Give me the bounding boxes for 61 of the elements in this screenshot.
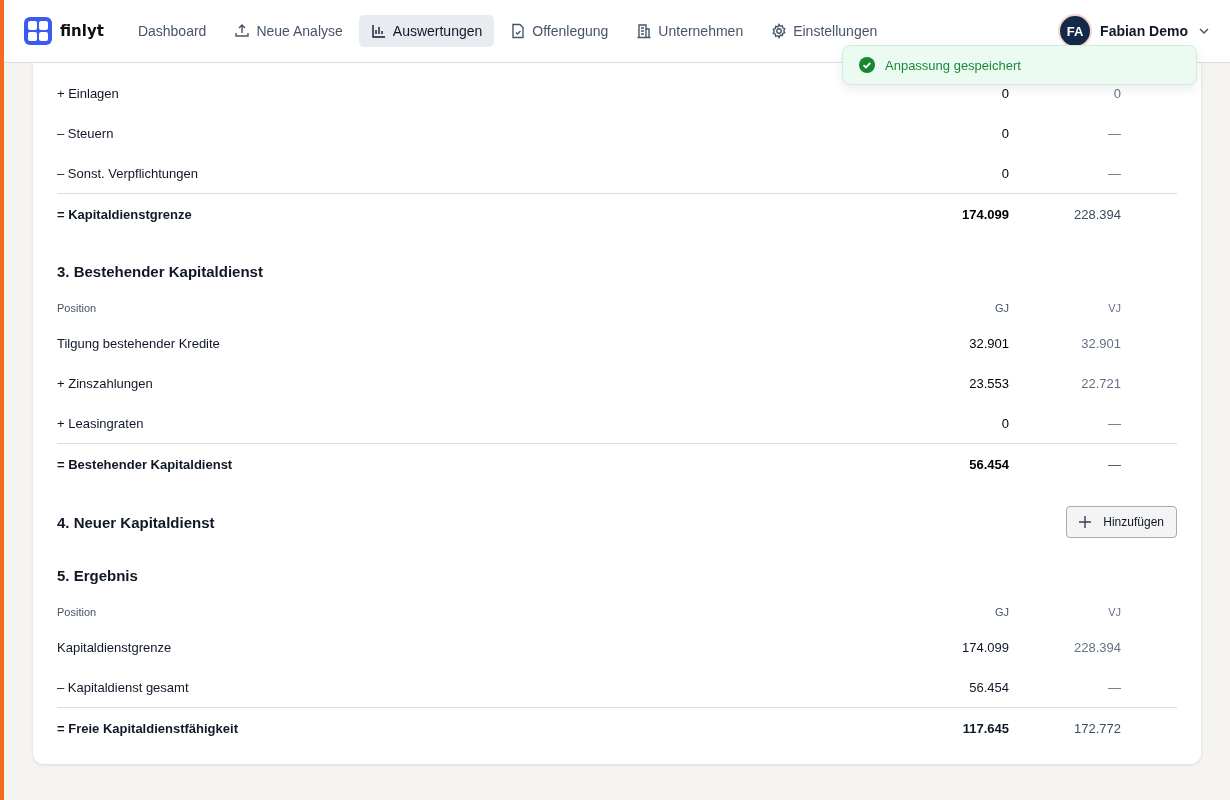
column-header: Position xyxy=(57,606,98,618)
bar-chart-icon xyxy=(370,23,387,39)
vj-value: — xyxy=(1107,679,1121,695)
toast-message: Anpassung gespeichert xyxy=(885,57,1021,73)
column-header: Position xyxy=(57,302,98,314)
vj-value: 228.394 xyxy=(1073,206,1121,222)
row-label: – Steuern xyxy=(57,125,115,141)
nav-tab[interactable]: Einstellungen xyxy=(759,15,890,47)
nav-tab[interactable]: Neue Analyse xyxy=(222,15,355,47)
nav-tab[interactable]: Dashboard xyxy=(125,15,219,47)
section-title: 3. Bestehender Kapitaldienst xyxy=(57,263,263,280)
row-label: = Freie Kapitaldienstfähigkeit xyxy=(57,720,239,736)
vj-value: — xyxy=(1107,165,1121,181)
column-header: VJ xyxy=(1107,606,1121,618)
building-icon xyxy=(636,23,653,39)
logo-icon xyxy=(24,17,52,45)
gj-value: 56.454 xyxy=(968,456,1009,472)
gj-value: 0 xyxy=(1000,165,1009,181)
document-check-icon xyxy=(510,23,527,39)
row-label: Kapitaldienstgrenze xyxy=(57,639,173,655)
vj-value: 32.901 xyxy=(1080,335,1121,351)
user-name[interactable]: Fabian Demo xyxy=(1100,23,1188,39)
row-label: = Kapitaldienstgrenze xyxy=(57,206,193,222)
vj-value: 22.721 xyxy=(1080,375,1121,391)
column-header: GJ xyxy=(993,606,1009,618)
column-header: GJ xyxy=(993,302,1009,314)
row-label: – Kapitaldienst gesamt xyxy=(57,679,190,695)
row-label: + Einlagen xyxy=(57,85,120,101)
gj-value: 23.553 xyxy=(968,375,1009,391)
nav-tab[interactable]: Offenlegung xyxy=(498,15,621,47)
section-title: 4. Neuer Kapitaldienst xyxy=(57,513,215,531)
vj-value: — xyxy=(1107,125,1121,141)
gj-value: 174.099 xyxy=(961,639,1009,655)
user-avatar[interactable]: FA xyxy=(1060,16,1091,46)
nav-tab[interactable]: Unternehmen xyxy=(624,15,756,47)
plus-icon xyxy=(1079,516,1092,528)
gj-value: 117.645 xyxy=(961,720,1009,736)
check-circle-icon xyxy=(859,57,875,73)
gj-value: 0 xyxy=(1000,125,1009,141)
nav-tab[interactable]: Auswertungen xyxy=(358,15,495,47)
settings-icon xyxy=(771,23,788,39)
gj-value: 56.454 xyxy=(968,679,1009,695)
vj-value: 0 xyxy=(1112,85,1121,101)
gj-value: 0 xyxy=(1000,415,1009,431)
logo-text: finlyt xyxy=(60,22,104,40)
row-label: – Sonst. Verpflichtungen xyxy=(57,165,199,181)
row-label: + Leasingraten xyxy=(57,415,145,431)
column-header: VJ xyxy=(1107,302,1121,314)
row-label: Tilgung bestehender Kredite xyxy=(57,335,221,351)
vj-value: 228.394 xyxy=(1073,639,1121,655)
gj-value: 32.901 xyxy=(968,335,1009,351)
vj-value: — xyxy=(1107,456,1121,472)
gj-value: 174.099 xyxy=(961,206,1009,222)
vj-value: 172.772 xyxy=(1073,720,1121,736)
vj-value: — xyxy=(1107,415,1121,431)
add-button[interactable]: Hinzufügen xyxy=(1066,506,1177,538)
upload-icon xyxy=(234,23,251,39)
row-label: = Bestehender Kapitaldienst xyxy=(57,456,234,472)
gj-value: 0 xyxy=(1000,85,1009,101)
row-label: + Zinszahlungen xyxy=(57,375,154,391)
section-title: 5. Ergebnis xyxy=(57,567,138,584)
